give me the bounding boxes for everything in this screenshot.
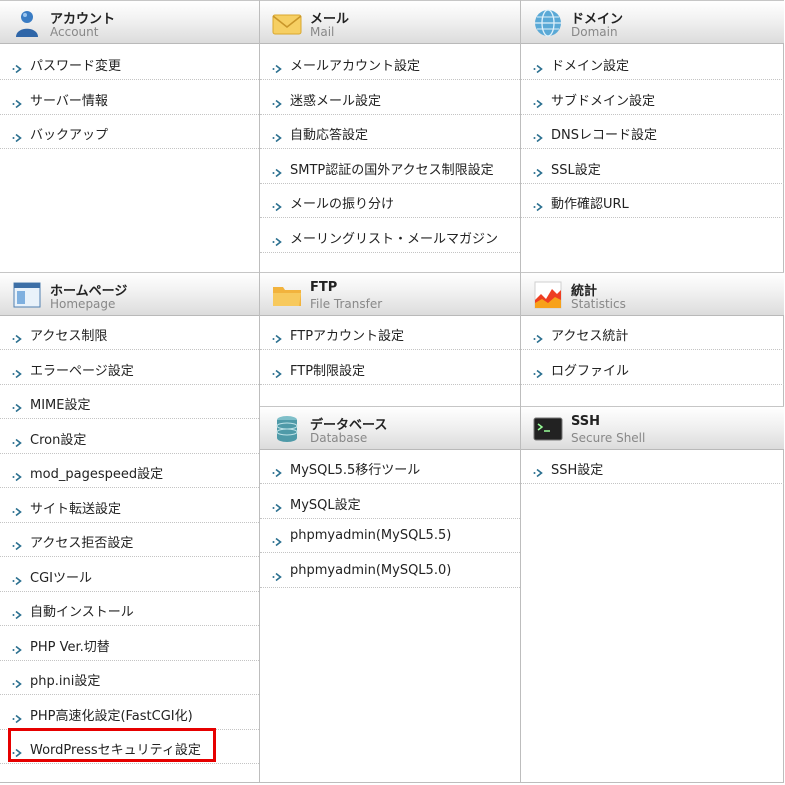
homepage-header: ホームページ Homepage	[0, 272, 259, 316]
menu-link[interactable]: phpmyadmin(MySQL5.0)	[260, 554, 520, 588]
menu-link-label: 自動インストール	[30, 605, 134, 620]
menu-link[interactable]: PHP Ver.切替	[0, 627, 259, 661]
arrow-icon	[12, 467, 24, 482]
arrow-icon	[12, 502, 24, 516]
menu-link-label: mod_pagespeed設定	[30, 467, 164, 482]
arrow-icon	[12, 640, 24, 654]
database-section: データベース Database MySQL5.5移行ツール MySQL設定 phpmya…	[260, 0, 520, 783]
menu-link-label: php.ini設定	[30, 674, 101, 689]
menu-link-label: MySQL設定	[290, 497, 361, 513]
menu-link-label: アクセス制限	[30, 329, 108, 344]
arrow-icon	[12, 571, 24, 585]
highlight-box	[8, 728, 216, 762]
menu-link[interactable]: サイト転送設定	[0, 489, 259, 523]
ssh-header: SSH Secure Shell	[521, 406, 784, 450]
ssh-subtitle: Secure Shell	[571, 431, 646, 445]
browser-window-icon	[12, 280, 42, 310]
arrow-icon	[533, 463, 545, 478]
terminal-icon	[533, 414, 563, 444]
arrow-icon	[12, 605, 24, 620]
menu-link-label: Cron設定	[30, 432, 87, 448]
menu-link[interactable]: mod_pagespeed設定	[0, 454, 259, 488]
ssh-section: SSH Secure Shell SSH設定	[521, 0, 784, 783]
arrow-icon	[272, 498, 284, 512]
homepage-subtitle: Homepage	[50, 297, 116, 311]
arrow-icon	[12, 398, 24, 413]
arrow-icon	[272, 567, 284, 581]
menu-link-label: サイト転送設定	[30, 501, 122, 517]
menu-link[interactable]: MySQL設定	[260, 485, 520, 519]
menu-link[interactable]: php.ini設定	[0, 661, 259, 695]
menu-link-label: PHP高速化設定(FastCGI化)	[30, 708, 193, 724]
menu-link[interactable]: アクセス拒否設定	[0, 523, 259, 557]
menu-link[interactable]: アクセス制限	[0, 316, 259, 350]
arrow-icon	[12, 329, 24, 344]
menu-link-label: MySQL5.5移行ツール	[290, 463, 421, 478]
database-header: データベース Database	[260, 406, 520, 450]
arrow-icon	[12, 674, 24, 689]
menu-link-label: PHP Ver.切替	[30, 639, 110, 655]
menu-link[interactable]: MySQL5.5移行ツール	[260, 450, 520, 484]
ssh-title: SSH	[571, 414, 601, 429]
menu-link[interactable]: SSH設定	[521, 450, 784, 484]
database-subtitle: Database	[310, 431, 368, 445]
menu-link[interactable]: 自動インストール	[0, 592, 259, 626]
menu-link[interactable]: Cron設定	[0, 420, 259, 454]
menu-link-label: アクセス拒否設定	[30, 536, 134, 551]
menu-link-label: CGIツール	[30, 570, 92, 586]
arrow-icon	[12, 709, 24, 723]
menu-link[interactable]: phpmyadmin(MySQL5.5)	[260, 519, 520, 553]
arrow-icon	[12, 364, 24, 378]
menu-link[interactable]: エラーページ設定	[0, 351, 259, 385]
menu-link-label: MIME設定	[30, 398, 91, 413]
arrow-icon	[272, 532, 284, 547]
arrow-icon	[12, 536, 24, 551]
homepage-section: ホームページ Homepage アクセス制限エラーページ設定 MIME設定 Cron設定…	[0, 0, 259, 783]
menu-link[interactable]: MIME設定	[0, 385, 259, 419]
menu-link[interactable]: PHP高速化設定(FastCGI化)	[0, 696, 259, 730]
menu-link-label: phpmyadmin(MySQL5.5)	[290, 528, 452, 543]
arrow-icon	[272, 463, 284, 478]
menu-link-label: phpmyadmin(MySQL5.0)	[290, 562, 452, 578]
menu-link-label: SSH設定	[551, 463, 604, 478]
arrow-icon	[12, 433, 24, 447]
database-icon	[272, 414, 302, 444]
menu-link-label: エラーページ設定	[30, 363, 134, 379]
menu-link[interactable]: CGIツール	[0, 558, 259, 592]
